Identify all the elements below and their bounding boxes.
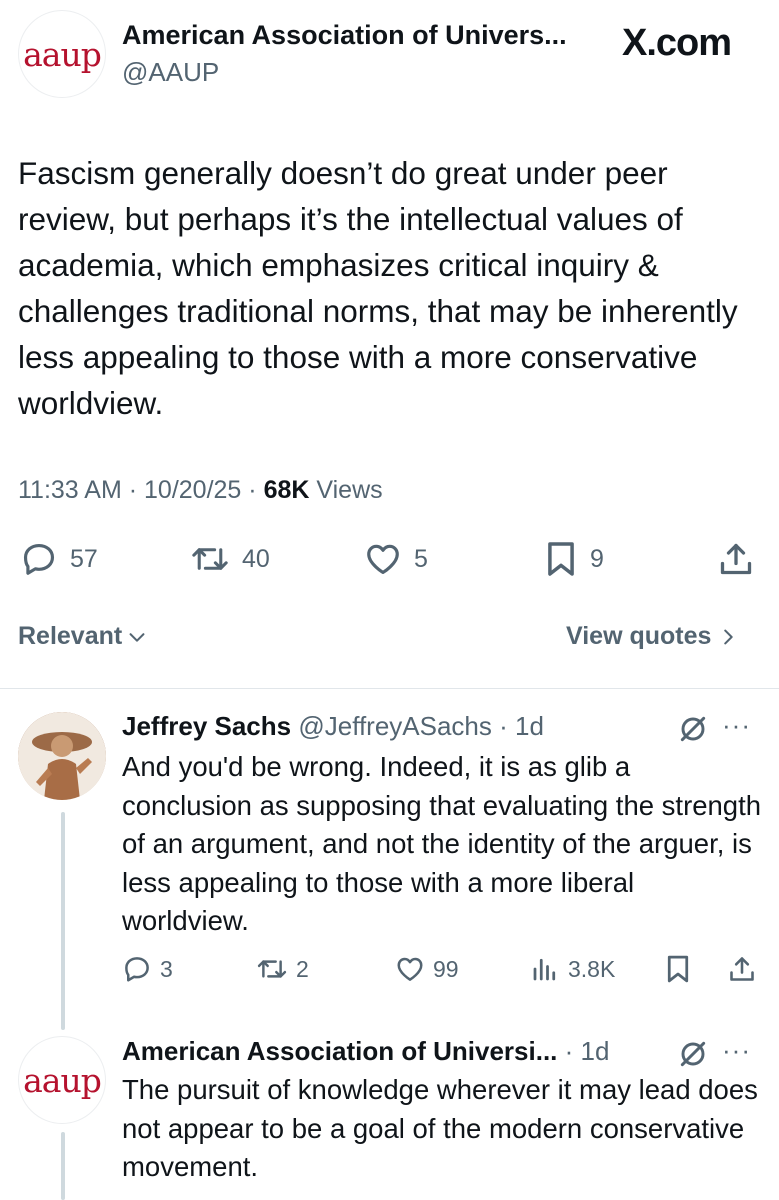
reply-repost-button[interactable]: 2 [256,954,309,984]
avatar-figure-image [18,712,106,800]
sort-dropdown[interactable]: Relevant [18,622,148,651]
repost-button[interactable]: 40 [190,540,270,578]
reply-header: Jeffrey Sachs @JeffreyASachs · 1d [122,711,544,741]
chevron-right-icon [724,629,734,644]
like-icon [367,544,399,575]
reply-reply-button[interactable]: 3 [122,954,173,984]
site-watermark: X.com [622,22,732,64]
bookmark-count: 9 [590,544,604,573]
divider [0,688,779,689]
avatar-logo-text: aaup [23,34,102,74]
author-avatar[interactable]: aaup [18,10,106,98]
reply-age[interactable]: 1d [581,1036,610,1066]
reply-button[interactable]: 57 [20,540,98,578]
share-button[interactable] [718,540,754,578]
repost-count: 40 [242,544,270,573]
like-icon [397,957,423,981]
grok-icon[interactable] [677,713,709,745]
thread-line [61,812,65,1030]
repost-icon [257,960,287,978]
reply-reply-count: 3 [160,955,173,982]
reply-repost-count: 2 [296,955,309,982]
share-icon [720,543,752,575]
reply-header: American Association of Universi... · 1d [122,1036,610,1066]
reply-views-count: 3.8K [568,955,616,982]
author-handle[interactable]: @AAUP [122,57,219,88]
reply-icon [23,543,55,575]
more-icon[interactable]: ··· [722,1035,751,1066]
reply-bookmark-button[interactable] [665,954,691,984]
like-count: 5 [414,544,428,573]
tweet-time[interactable]: 11:33 AM [18,476,122,504]
repost-icon [192,548,228,570]
thread-line [61,1132,65,1200]
reply-like-count: 99 [433,955,459,982]
reply-author-name[interactable]: American Association of Universi... [122,1036,557,1066]
tweet-views-count: 68K [263,476,310,504]
tweet-views-label: Views [316,476,383,504]
view-quotes-label: View quotes [566,622,712,650]
reply-like-button[interactable]: 99 [395,954,459,984]
grok-icon[interactable] [677,1038,709,1070]
reply-avatar[interactable] [18,712,106,800]
like-button[interactable]: 5 [364,540,428,578]
reply-author-name[interactable]: Jeffrey Sachs [122,711,291,741]
more-icon[interactable]: ··· [722,710,751,741]
bookmark-icon [667,955,689,983]
chevron-down-icon [129,632,145,642]
reply-author-handle[interactable]: @JeffreyASachs [298,711,492,741]
tweet-meta: 11:33 AM · 10/20/25 · 68K Views [18,476,383,504]
tweet-date[interactable]: 10/20/25 [144,476,241,504]
avatar-logo-text: aaup [23,1060,102,1100]
reply-text: And you'd be wrong. Indeed, it is as gli… [122,751,762,936]
reply-text: The pursuit of knowledge wherever it may… [122,1074,758,1182]
author-name[interactable]: American Association of Univers... [122,20,567,51]
views-icon [533,958,556,981]
reply-count: 57 [70,544,98,573]
reply-views-button[interactable]: 3.8K [530,954,615,984]
sort-label: Relevant [18,622,123,650]
reply-age[interactable]: 1d [515,711,544,741]
reply-share-button[interactable] [728,954,756,984]
reply-avatar[interactable]: aaup [18,1036,106,1124]
bookmark-button[interactable]: 9 [544,540,604,578]
share-icon [730,957,754,981]
tweet-text: Fascism generally doesn’t do great under… [18,155,738,421]
reply-icon [125,957,149,982]
view-quotes-link[interactable]: View quotes [566,622,739,651]
bookmark-icon [548,542,574,576]
